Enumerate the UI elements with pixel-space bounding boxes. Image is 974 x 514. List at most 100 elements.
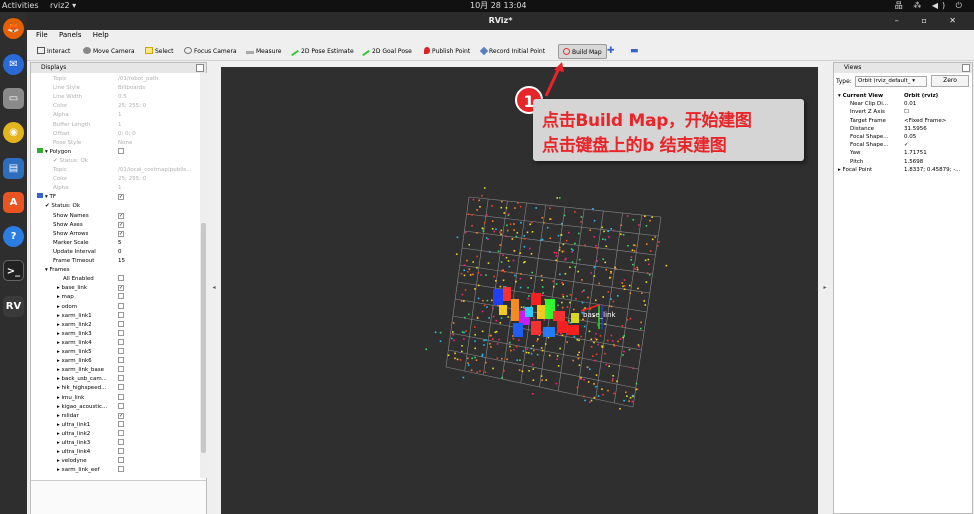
display-row[interactable]: Topic/01/robot_path: [31, 75, 199, 84]
display-row-value[interactable]: /01/local_costmap/publis...: [118, 166, 198, 175]
display-checkbox[interactable]: [118, 311, 124, 318]
view-property-row[interactable]: Near Clip Di... 0.01: [834, 100, 972, 108]
remove-tool-icon[interactable]: ▬: [630, 44, 639, 59]
display-row[interactable]: ▸ base_link ✓: [31, 284, 199, 293]
view-property-row[interactable]: Focal Shape... ✓: [834, 141, 972, 149]
display-row-value[interactable]: 0: [118, 248, 198, 257]
tool-select[interactable]: Select: [145, 44, 174, 59]
display-row[interactable]: Line Style Billboards: [31, 84, 199, 93]
display-row[interactable]: All Enabled: [31, 275, 199, 284]
view-property-row[interactable]: Pitch 1.5698: [834, 158, 972, 166]
display-row-value[interactable]: 15: [118, 257, 198, 266]
view-property-value[interactable]: 31.5956: [904, 125, 970, 133]
rviz-icon[interactable]: RV: [3, 296, 24, 317]
menu-help[interactable]: Help: [93, 31, 109, 39]
view-property-row[interactable]: Yaw 1.71751: [834, 149, 972, 157]
display-row[interactable]: ▾ TF ✓: [31, 193, 199, 202]
tool-2d-pose-estimate[interactable]: 2D Pose Estimate: [291, 44, 354, 59]
display-row[interactable]: ▸ ultra_link4: [31, 448, 199, 457]
display-row[interactable]: ✔ Status: Ok: [31, 202, 199, 211]
display-checkbox[interactable]: ✓: [118, 285, 124, 292]
display-checkbox[interactable]: [118, 439, 124, 445]
view-property-value[interactable]: 1.8337; 0.45879; -...: [904, 166, 970, 174]
display-checkbox[interactable]: [118, 338, 124, 345]
display-row[interactable]: ▸ back_usb_cam...: [31, 375, 199, 384]
tool-move-camera[interactable]: Move Camera: [83, 44, 135, 59]
display-checkbox[interactable]: ✓: [118, 212, 124, 219]
display-row-value[interactable]: Billboards: [118, 84, 198, 93]
display-row[interactable]: Offset 0; 0; 0: [31, 130, 199, 139]
display-row[interactable]: Buffer Length 1: [31, 121, 199, 130]
display-row-value[interactable]: 25; 255; 0: [118, 175, 198, 184]
display-row[interactable]: ✔ Status: Ok: [31, 157, 199, 166]
display-row[interactable]: ▸ xarm_link3: [31, 329, 199, 339]
view-property-value[interactable]: 1.5698: [904, 158, 970, 166]
display-row[interactable]: ▸ odom: [31, 302, 199, 312]
display-row[interactable]: ▸ velodyne: [31, 457, 199, 466]
display-checkbox[interactable]: ✓: [118, 230, 124, 237]
display-row[interactable]: Show Arrows ✓: [31, 230, 199, 239]
tool-record-initial-point[interactable]: Record Initial Point: [479, 44, 545, 59]
display-row[interactable]: ▸ xarm_link5: [31, 348, 199, 357]
tool-publish-point[interactable]: Publish Point: [424, 44, 470, 59]
display-row[interactable]: ▸ xarm_link6: [31, 357, 199, 366]
display-checkbox[interactable]: [118, 402, 124, 409]
display-row[interactable]: ▸ rslidar ✓: [31, 412, 199, 421]
display-checkbox[interactable]: [118, 457, 124, 464]
rhythmbox-icon[interactable]: ◉: [3, 122, 24, 143]
view-property-value[interactable]: ✓: [904, 141, 970, 149]
display-row[interactable]: ▾ Frames: [31, 266, 199, 275]
add-tool-icon[interactable]: ✚: [607, 44, 615, 59]
display-row[interactable]: Update Interval 0: [31, 248, 199, 257]
display-checkbox[interactable]: [118, 466, 124, 473]
tool-interact[interactable]: Interact: [37, 44, 70, 59]
software-center-icon[interactable]: A: [3, 192, 24, 213]
display-row[interactable]: Marker Scale 5: [31, 239, 199, 248]
display-row-value[interactable]: 1: [118, 184, 198, 193]
view-property-value[interactable]: Orbit (rviz): [904, 92, 970, 100]
tool-focus-camera[interactable]: Focus Camera: [184, 44, 237, 59]
tool-build-map[interactable]: Build Map: [558, 44, 607, 59]
display-row[interactable]: ▾ Polygon: [31, 147, 199, 157]
clock[interactable]: 10月 28 13:04: [470, 0, 527, 12]
view-property-row[interactable]: Focal Shape... 0.05: [834, 133, 972, 141]
view-property-value[interactable]: 0.01: [904, 100, 970, 108]
zero-button[interactable]: Zero: [931, 75, 969, 87]
menu-file[interactable]: File: [36, 31, 48, 39]
display-row[interactable]: Pose Style None: [31, 139, 199, 148]
menu-panels[interactable]: Panels: [59, 31, 82, 39]
display-row-value[interactable]: None: [118, 139, 198, 148]
firefox-icon[interactable]: 🦊: [3, 18, 24, 39]
activities-button[interactable]: Activities: [2, 0, 39, 12]
display-row-value[interactable]: 5: [118, 239, 198, 248]
display-row[interactable]: Line Width 0.5: [31, 93, 199, 102]
display-row-value[interactable]: 0; 0; 0: [118, 130, 198, 139]
display-checkbox[interactable]: [118, 375, 124, 382]
display-row[interactable]: Alpha 1: [31, 184, 199, 193]
display-checkbox[interactable]: ✓: [118, 194, 124, 201]
display-row[interactable]: Alpha 1: [31, 111, 199, 120]
collapse-right-arrow-icon[interactable]: ▸: [818, 62, 832, 514]
display-row[interactable]: ▸ xarm_link1: [31, 311, 199, 321]
display-checkbox[interactable]: [118, 320, 124, 327]
terminal-icon[interactable]: >_: [3, 260, 24, 281]
display-row[interactable]: ▸ ultra_link2: [31, 429, 199, 439]
display-checkbox[interactable]: [118, 393, 124, 400]
display-row-value[interactable]: 25; 255; 0: [118, 102, 198, 111]
display-checkbox[interactable]: [118, 366, 124, 373]
display-checkbox[interactable]: [118, 302, 124, 309]
display-row[interactable]: ▸ ultra_link1: [31, 420, 199, 430]
display-checkbox[interactable]: [118, 147, 124, 154]
display-row[interactable]: Show Names ✓: [31, 212, 199, 221]
view-property-value[interactable]: <Fixed Frame>: [904, 117, 970, 125]
display-row[interactable]: Color 25; 255; 0: [31, 175, 199, 184]
display-row[interactable]: ▸ ultra_link3: [31, 439, 199, 448]
view-property-value[interactable]: ☐: [904, 108, 970, 116]
help-icon[interactable]: ?: [3, 226, 24, 247]
display-row[interactable]: Color 25; 255; 0: [31, 102, 199, 111]
views-close-icon[interactable]: [962, 64, 970, 72]
display-checkbox[interactable]: ✓: [118, 412, 124, 419]
display-checkbox[interactable]: [118, 448, 124, 455]
display-row[interactable]: ▸ xarm_link_eef: [31, 466, 199, 475]
view-property-value[interactable]: 1.71751: [904, 149, 970, 157]
